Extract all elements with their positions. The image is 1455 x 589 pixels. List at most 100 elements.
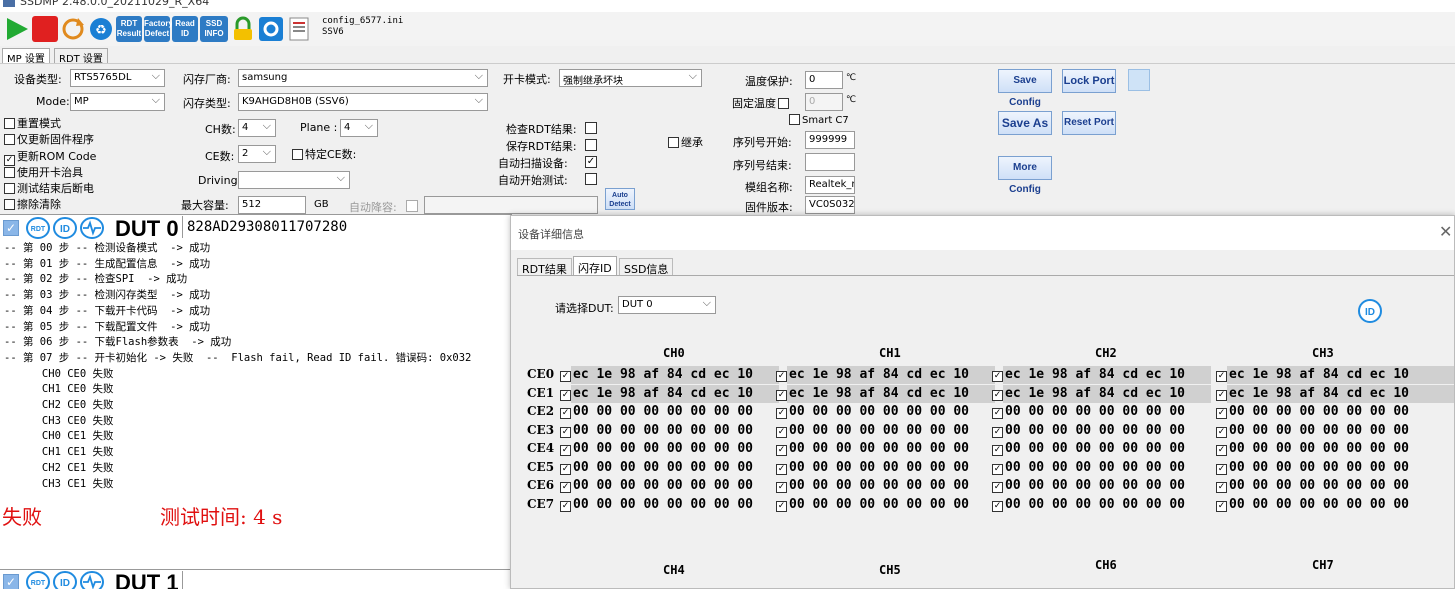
ce-checkbox[interactable]: ✓ — [560, 371, 571, 382]
checkbox-box[interactable] — [4, 167, 15, 178]
checkbox-box[interactable] — [4, 199, 15, 210]
checkbox-box[interactable] — [4, 183, 15, 194]
ce-checkbox[interactable]: ✓ — [1216, 445, 1227, 456]
ce-checkbox[interactable]: ✓ — [560, 482, 571, 493]
temp-protect-input[interactable]: 0 — [805, 71, 843, 89]
reset-port-button[interactable]: Reset Port — [1062, 111, 1116, 135]
refresh-icon[interactable] — [60, 16, 86, 42]
fw-version-input[interactable]: VC0S032 — [805, 196, 855, 214]
recycle-icon[interactable]: ♻ — [88, 16, 114, 42]
ch-count-select[interactable]: 4 — [238, 119, 276, 137]
tab-flash-id[interactable]: 闪存ID — [573, 256, 617, 276]
lock-port-button[interactable]: Lock Port — [1062, 69, 1116, 93]
tab-rdt-result[interactable]: RDT结果 — [517, 258, 572, 276]
ce-checkbox[interactable]: ✓ — [776, 500, 787, 512]
ce-checkbox[interactable]: ✓ — [560, 408, 571, 419]
mode-select[interactable]: MP — [70, 93, 165, 111]
flash-vendor-select[interactable]: samsung — [238, 69, 488, 87]
save-as-button[interactable]: Save As — [998, 111, 1052, 135]
ce-checkbox[interactable]: ✓ — [560, 445, 571, 456]
auto-downgrade-input[interactable] — [424, 196, 598, 214]
ce-checkbox[interactable]: ✓ — [1216, 408, 1227, 419]
checkbox-box[interactable] — [4, 118, 15, 129]
ce-checkbox[interactable]: ✓ — [1216, 389, 1227, 401]
dut-select-checkbox[interactable]: ✓ — [3, 220, 19, 236]
smart-c7-checkbox[interactable]: Smart C7 — [789, 114, 849, 126]
ce-checkbox[interactable]: ✓ — [992, 408, 1003, 419]
config-file-icon[interactable] — [286, 16, 312, 42]
ce-checkbox[interactable]: ✓ — [1216, 500, 1227, 512]
checkbox-box[interactable] — [789, 114, 800, 125]
close-icon[interactable]: ✕ — [1439, 222, 1452, 241]
auto-downgrade-checkbox[interactable] — [406, 200, 418, 212]
stop-icon[interactable] — [32, 16, 58, 42]
factory-defect-button[interactable]: Factory Defect — [144, 16, 173, 42]
read-id-button[interactable]: Read ID — [172, 16, 198, 42]
sn-end-input[interactable] — [805, 153, 855, 171]
gear-icon[interactable] — [258, 16, 284, 42]
ce-checkbox[interactable]: ✓ — [1216, 371, 1227, 382]
auto-detect-button[interactable]: Auto Detect — [605, 188, 635, 210]
checkbox-box[interactable] — [778, 98, 789, 109]
ce-checkbox[interactable]: ✓ — [776, 408, 787, 419]
check-rdt-checkbox[interactable] — [585, 122, 597, 134]
ce-checkbox[interactable]: ✓ — [992, 463, 1003, 475]
id-icon[interactable]: ID — [53, 217, 77, 239]
ce-checkbox[interactable]: ✓ — [776, 389, 787, 401]
save-rdt-checkbox[interactable] — [585, 139, 597, 151]
dut1-select-checkbox[interactable]: ✓ — [3, 574, 19, 589]
special-ce-checkbox[interactable]: 特定CE数: — [292, 146, 356, 162]
ce-checkbox[interactable]: ✓ — [776, 463, 787, 475]
select-dut-dropdown[interactable]: DUT 0 — [618, 296, 716, 314]
fixed-temp-input[interactable]: 0 — [805, 93, 843, 111]
max-capacity-input[interactable]: 512 — [238, 196, 306, 214]
ce-checkbox[interactable]: ✓ — [992, 426, 1003, 438]
erase-clear-checkbox[interactable]: 擦除清除 — [4, 196, 61, 212]
update-fw-only-checkbox[interactable]: 仅更新固件程序 — [4, 131, 94, 147]
ce-checkbox[interactable]: ✓ — [1216, 482, 1227, 493]
ce-checkbox[interactable]: ✓ — [776, 445, 787, 456]
ce-checkbox[interactable]: ✓ — [992, 389, 1003, 401]
ce-checkbox[interactable]: ✓ — [992, 371, 1003, 382]
ce-checkbox[interactable]: ✓ — [992, 445, 1003, 456]
ce-checkbox[interactable]: ✓ — [560, 389, 571, 401]
ce-checkbox[interactable]: ✓ — [560, 463, 571, 475]
driving-select[interactable] — [238, 171, 350, 189]
module-name-input[interactable]: Realtek_r — [805, 176, 855, 194]
reset-mode-checkbox[interactable]: 重置模式 — [4, 115, 61, 131]
tab-ssd-info[interactable]: SSD信息 — [619, 258, 674, 276]
use-fixture-checkbox[interactable]: 使用开卡治具 — [4, 164, 83, 180]
more-config-button[interactable]: More Config — [998, 156, 1052, 195]
inherit-checkbox[interactable]: 继承 — [668, 134, 703, 150]
ce-checkbox[interactable]: ✓ — [560, 426, 571, 438]
dut1-pulse-icon[interactable] — [80, 571, 104, 589]
open-mode-select[interactable]: 强制继承坏块 — [559, 69, 702, 87]
fixed-temp-checkbox[interactable]: 固定温度 — [732, 95, 791, 111]
ce-checkbox[interactable]: ✓ — [992, 500, 1003, 512]
ce-checkbox[interactable]: ✓ — [1216, 463, 1227, 475]
plane-select[interactable]: 4 — [340, 119, 378, 137]
tab-mp-settings[interactable]: MP 设置 — [2, 48, 50, 65]
id-icon[interactable]: ID — [1357, 298, 1383, 324]
rdt-result-button[interactable]: RDT Result — [116, 16, 142, 42]
lock-icon[interactable] — [230, 16, 256, 42]
checkbox-box[interactable] — [668, 137, 679, 148]
ce-checkbox[interactable]: ✓ — [560, 500, 571, 512]
rdt-icon[interactable]: RDT — [26, 217, 50, 239]
start-icon[interactable] — [4, 16, 30, 42]
ce-checkbox[interactable]: ✓ — [776, 482, 787, 493]
device-type-select[interactable]: RTS5765DL — [70, 69, 165, 87]
ce-count-select[interactable]: 2 — [238, 145, 276, 163]
dut1-rdt-icon[interactable]: RDT — [26, 571, 50, 589]
auto-scan-checkbox[interactable]: ✓ — [585, 156, 597, 168]
auto-start-checkbox[interactable] — [585, 173, 597, 185]
power-off-after-test-checkbox[interactable]: 测试结束后断电 — [4, 180, 94, 196]
checkbox-box[interactable] — [4, 134, 15, 145]
checkbox-box[interactable] — [292, 149, 303, 160]
ce-checkbox[interactable]: ✓ — [776, 371, 787, 382]
dut1-id-icon[interactable]: ID — [53, 571, 77, 589]
tab-rdt-settings[interactable]: RDT 设置 — [54, 48, 108, 65]
flash-type-select[interactable]: K9AHGD8H0B (SSV6) — [238, 93, 488, 111]
ce-checkbox[interactable]: ✓ — [776, 426, 787, 438]
sn-start-input[interactable]: 999999 — [805, 131, 855, 149]
